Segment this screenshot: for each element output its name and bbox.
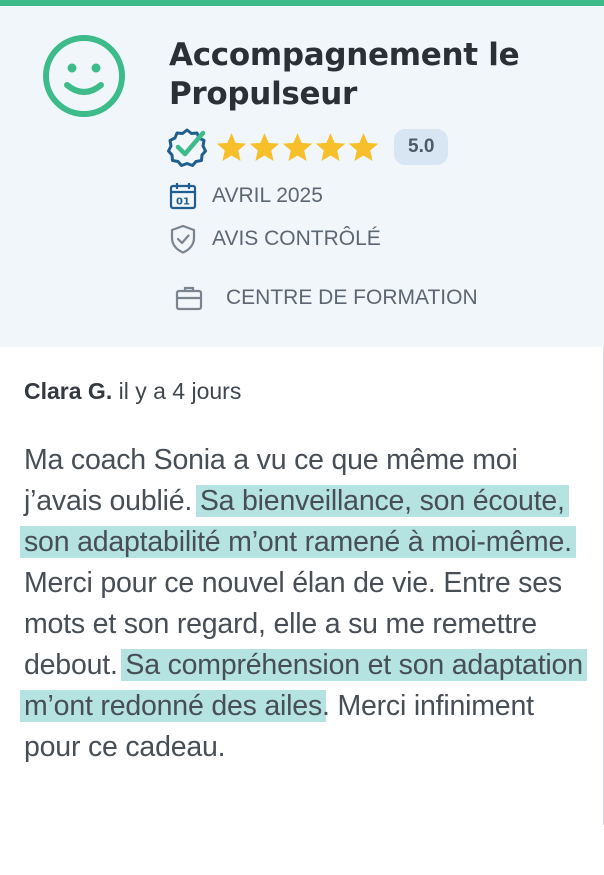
review-header-card: Accompagnement le Propulseur 5.0 01 AVRI… bbox=[0, 6, 604, 347]
star-icon bbox=[216, 132, 247, 161]
star-icon bbox=[282, 132, 313, 161]
verified-review-text: AVIS CONTRÔLÉ bbox=[212, 227, 381, 250]
page-title: Accompagnement le Propulseur bbox=[169, 37, 520, 112]
review-date: 01 AVRIL 2025 bbox=[168, 181, 323, 211]
smiley-icon bbox=[43, 35, 125, 117]
verified-review-label: AVIS CONTRÔLÉ bbox=[168, 224, 381, 254]
review-date-label: AVRIL 2025 bbox=[212, 184, 323, 207]
rating-score-badge: 5.0 bbox=[394, 129, 449, 165]
category-text: CENTRE DE FORMATION bbox=[226, 286, 478, 309]
star-icon bbox=[315, 132, 346, 161]
svg-text:01: 01 bbox=[176, 197, 190, 208]
review-text: Ma coach Sonia a vu ce que même moi j’av… bbox=[20, 440, 587, 768]
star-icon bbox=[249, 132, 280, 161]
review-author-line: Clara G. il y a 4 jours bbox=[24, 378, 241, 405]
briefcase-icon bbox=[175, 286, 203, 311]
rating-row: 5.0 bbox=[167, 127, 449, 167]
calendar-icon: 01 bbox=[169, 183, 197, 210]
author-name: Clara G. bbox=[24, 378, 113, 404]
star-rating bbox=[215, 131, 380, 164]
category-label: CENTRE DE FORMATION bbox=[174, 283, 478, 313]
review-time-ago: il y a 4 jours bbox=[118, 378, 242, 404]
verified-check-icon bbox=[167, 128, 207, 167]
shield-check-icon bbox=[170, 224, 196, 254]
star-icon bbox=[348, 132, 379, 161]
